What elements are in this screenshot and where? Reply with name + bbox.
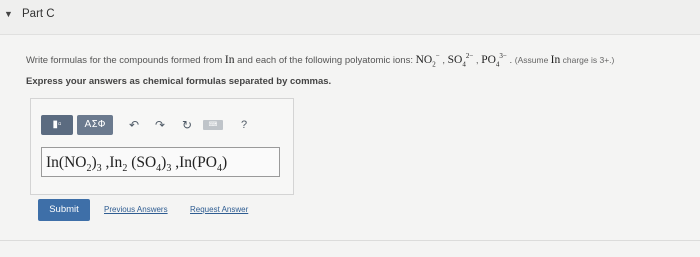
question-text: Write formulas for the compounds formed … [26, 52, 615, 69]
undo-icon[interactable]: ↶ [127, 115, 141, 135]
submit-button[interactable]: Submit [38, 199, 90, 221]
answer-input[interactable]: In(NO2)3 ,In2 (SO4)3 ,In(PO4) [41, 147, 280, 177]
ion-nitrite: NO2− [415, 52, 440, 69]
answer-panel: ▮▫ ΑΣΦ ↶ ↷ ↻ ⌨ ? In(NO2)3 ,In2 (SO4)3 ,I… [30, 98, 294, 195]
triangle-down-icon[interactable]: ▼ [4, 9, 13, 19]
previous-answers-link[interactable]: Previous Answers [104, 205, 168, 214]
help-icon[interactable]: ? [237, 115, 251, 135]
question-text-before: Write formulas for the compounds formed … [26, 54, 225, 66]
request-answer-link[interactable]: Request Answer [190, 205, 248, 214]
part-title: Part C [22, 8, 55, 20]
keyboard-icon[interactable]: ⌨ [203, 120, 223, 130]
templates-button[interactable]: ▮▫ [41, 115, 73, 135]
greek-symbols-button[interactable]: ΑΣΦ [77, 115, 113, 135]
section-divider [0, 240, 700, 241]
reset-icon[interactable]: ↻ [180, 115, 194, 135]
charge-note: (Assume In charge is 3+.) [514, 53, 615, 66]
question-text-middle: and each of the following polyatomic ion… [234, 54, 416, 66]
instruction-text: Express your answers as chemical formula… [26, 76, 332, 87]
redo-icon[interactable]: ↷ [153, 115, 167, 135]
part-header: ▼ Part C [0, 0, 700, 35]
ion-sulfate: SO42− [447, 52, 474, 69]
ion-phosphate: PO43− [481, 52, 507, 69]
